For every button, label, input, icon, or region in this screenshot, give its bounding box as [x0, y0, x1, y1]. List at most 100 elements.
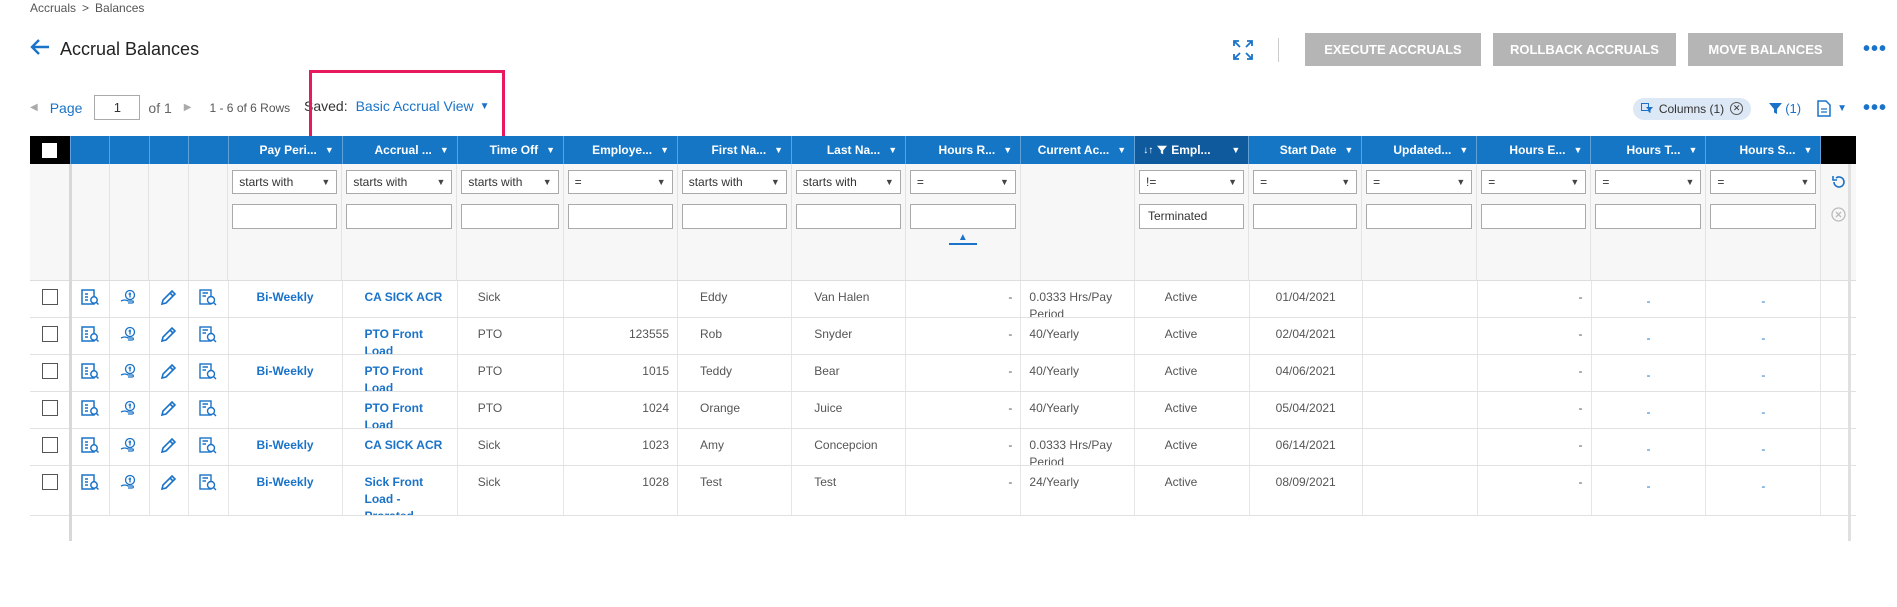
- hours-s-filter-input[interactable]: [1710, 204, 1817, 229]
- pay-period-filter-input[interactable]: [232, 204, 338, 229]
- header-accrual[interactable]: Accrual ... ▼: [343, 136, 458, 164]
- chevron-down-icon[interactable]: ▼: [1688, 145, 1697, 155]
- header-updated[interactable]: Updated... ▼: [1362, 136, 1478, 164]
- next-page-icon[interactable]: ▶: [184, 102, 192, 113]
- clear-columns-icon[interactable]: ✕: [1730, 102, 1744, 115]
- hours-s-cell[interactable]: -: [1706, 281, 1822, 317]
- header-time-off[interactable]: Time Off ▼: [458, 136, 564, 164]
- first-name-operator-select[interactable]: starts with ▼: [681, 170, 787, 194]
- time-off-operator-select[interactable]: starts with ▼: [461, 170, 559, 194]
- employee-record-icon[interactable]: [81, 437, 99, 457]
- start-date-filter-input[interactable]: [1253, 204, 1358, 229]
- columns-filter-chip[interactable]: Columns (1) ✕: [1632, 97, 1752, 120]
- table-row[interactable]: Bi-Weekly CA SICK ACR Sick 1023 Amy Concepcio…: [30, 429, 1856, 466]
- header-current-accrual[interactable]: Current Ac... ▼: [1021, 136, 1136, 164]
- hours-t-cell[interactable]: -: [1592, 466, 1707, 515]
- audit-search-icon[interactable]: [199, 363, 217, 383]
- table-row[interactable]: Bi-Weekly CA SICK ACR Sick Eddy Van Halen -0.…: [30, 281, 1856, 318]
- chevron-down-icon[interactable]: ▼: [1117, 145, 1126, 155]
- hours-t-cell[interactable]: -: [1592, 392, 1707, 428]
- edit-pencil-icon[interactable]: [160, 400, 177, 420]
- accrual-cell[interactable]: CA SICK ACR: [343, 281, 458, 317]
- audit-search-icon[interactable]: [199, 326, 217, 346]
- chevron-down-icon[interactable]: ▼: [1803, 145, 1812, 155]
- header-employment-status[interactable]: ↓↑ Empl... ▼: [1135, 136, 1250, 164]
- chevron-down-icon[interactable]: ▼: [1573, 145, 1582, 155]
- edit-pencil-icon[interactable]: [160, 289, 177, 309]
- payroll-money-icon[interactable]: [120, 474, 138, 507]
- header-hours-e[interactable]: Hours E... ▼: [1477, 136, 1592, 164]
- table-row[interactable]: Bi-Weekly PTO Front Load PTO 1015 Teddy Bear -…: [30, 355, 1856, 392]
- table-row[interactable]: PTO Front Load PTO 123555 Rob Snyder -40/Year…: [30, 318, 1856, 355]
- pay-period-cell[interactable]: Bi-Weekly: [229, 281, 343, 317]
- edit-pencil-icon[interactable]: [160, 437, 177, 457]
- header-employee[interactable]: Employe... ▼: [564, 136, 679, 164]
- employment-status-operator-select[interactable]: != ▼: [1138, 170, 1245, 194]
- updated-operator-select[interactable]: = ▼: [1366, 170, 1473, 194]
- header-start-date[interactable]: Start Date ▼: [1249, 136, 1363, 164]
- hours-t-filter-input[interactable]: [1595, 204, 1702, 229]
- chevron-down-icon[interactable]: ▼: [1003, 145, 1012, 155]
- updated-filter-input[interactable]: [1366, 204, 1473, 229]
- breadcrumb-root[interactable]: Accruals: [30, 1, 76, 15]
- employee-record-icon[interactable]: [81, 326, 99, 346]
- pay-period-cell[interactable]: Bi-Weekly: [229, 429, 343, 465]
- accrual-cell[interactable]: Sick Front Load - Prorated: [343, 466, 458, 515]
- employee-operator-select[interactable]: = ▼: [567, 170, 673, 194]
- page-number-input[interactable]: 1: [94, 95, 141, 120]
- hours-e-filter-input[interactable]: [1481, 204, 1587, 229]
- accrual-filter-input[interactable]: [346, 204, 453, 229]
- table-row[interactable]: Bi-WeeklySick Front Load - ProratedSick1…: [30, 466, 1856, 516]
- hours-r-operator-select[interactable]: = ▼: [909, 170, 1016, 194]
- pay-period-cell[interactable]: Bi-Weekly: [229, 355, 343, 391]
- payroll-money-icon[interactable]: [120, 363, 138, 383]
- row-checkbox[interactable]: [41, 363, 58, 379]
- hours-r-filter-input[interactable]: [909, 204, 1016, 229]
- row-checkbox[interactable]: [41, 400, 58, 416]
- hours-s-cell[interactable]: -: [1706, 392, 1822, 428]
- start-date-operator-select[interactable]: = ▼: [1253, 170, 1358, 194]
- edit-pencil-icon[interactable]: [160, 326, 177, 346]
- hours-s-cell[interactable]: -: [1706, 466, 1822, 515]
- first-name-filter-input[interactable]: [681, 204, 787, 229]
- employee-record-icon[interactable]: [81, 289, 99, 309]
- accrual-cell[interactable]: PTO Front Load: [343, 392, 458, 428]
- payroll-money-icon[interactable]: [120, 326, 138, 346]
- last-name-filter-input[interactable]: [795, 204, 901, 229]
- more-actions-icon[interactable]: •••: [1863, 38, 1887, 61]
- accrual-cell[interactable]: PTO Front Load: [343, 355, 458, 391]
- last-name-operator-select[interactable]: starts with ▼: [795, 170, 901, 194]
- table-row[interactable]: PTO Front Load PTO 1024 Orange Juice -40/Year…: [30, 392, 1856, 429]
- export-menu[interactable]: ▼: [1817, 100, 1847, 117]
- payroll-money-icon[interactable]: [120, 400, 138, 420]
- payroll-money-icon[interactable]: [120, 437, 138, 457]
- expand-icon[interactable]: [1232, 39, 1254, 61]
- edit-pencil-icon[interactable]: [160, 363, 177, 383]
- employee-record-icon[interactable]: [81, 474, 99, 507]
- back-arrow-icon[interactable]: [30, 38, 50, 60]
- header-last-name[interactable]: Last Na... ▼: [792, 136, 907, 164]
- chevron-down-icon[interactable]: ▼: [888, 145, 897, 155]
- employee-record-icon[interactable]: [81, 363, 99, 383]
- header-first-name[interactable]: First Na... ▼: [678, 136, 793, 164]
- chevron-down-icon[interactable]: ▼: [440, 145, 449, 155]
- pay-period-cell[interactable]: [229, 392, 343, 428]
- time-off-filter-input[interactable]: [461, 204, 559, 229]
- audit-search-icon[interactable]: [199, 437, 217, 457]
- hours-e-operator-select[interactable]: = ▼: [1481, 170, 1587, 194]
- hours-s-cell[interactable]: -: [1706, 355, 1822, 391]
- chevron-down-icon[interactable]: ▼: [1231, 145, 1240, 155]
- chevron-down-icon[interactable]: ▼: [774, 145, 783, 155]
- accrual-cell[interactable]: CA SICK ACR: [343, 429, 458, 465]
- chevron-up-icon[interactable]: ▲: [948, 233, 977, 245]
- execute-accruals-button[interactable]: EXECUTE ACCRUALS: [1304, 33, 1481, 66]
- employment-status-filter-input[interactable]: Terminated: [1138, 204, 1245, 229]
- employee-filter-input[interactable]: [567, 204, 673, 229]
- accrual-cell[interactable]: PTO Front Load: [343, 318, 458, 354]
- grid-more-icon[interactable]: •••: [1863, 97, 1887, 120]
- chevron-down-icon[interactable]: ▼: [1344, 145, 1353, 155]
- hours-s-cell[interactable]: -: [1706, 318, 1822, 354]
- row-checkbox[interactable]: [41, 326, 58, 342]
- hours-t-cell[interactable]: -: [1592, 355, 1707, 391]
- pay-period-operator-select[interactable]: starts with ▼: [232, 170, 338, 194]
